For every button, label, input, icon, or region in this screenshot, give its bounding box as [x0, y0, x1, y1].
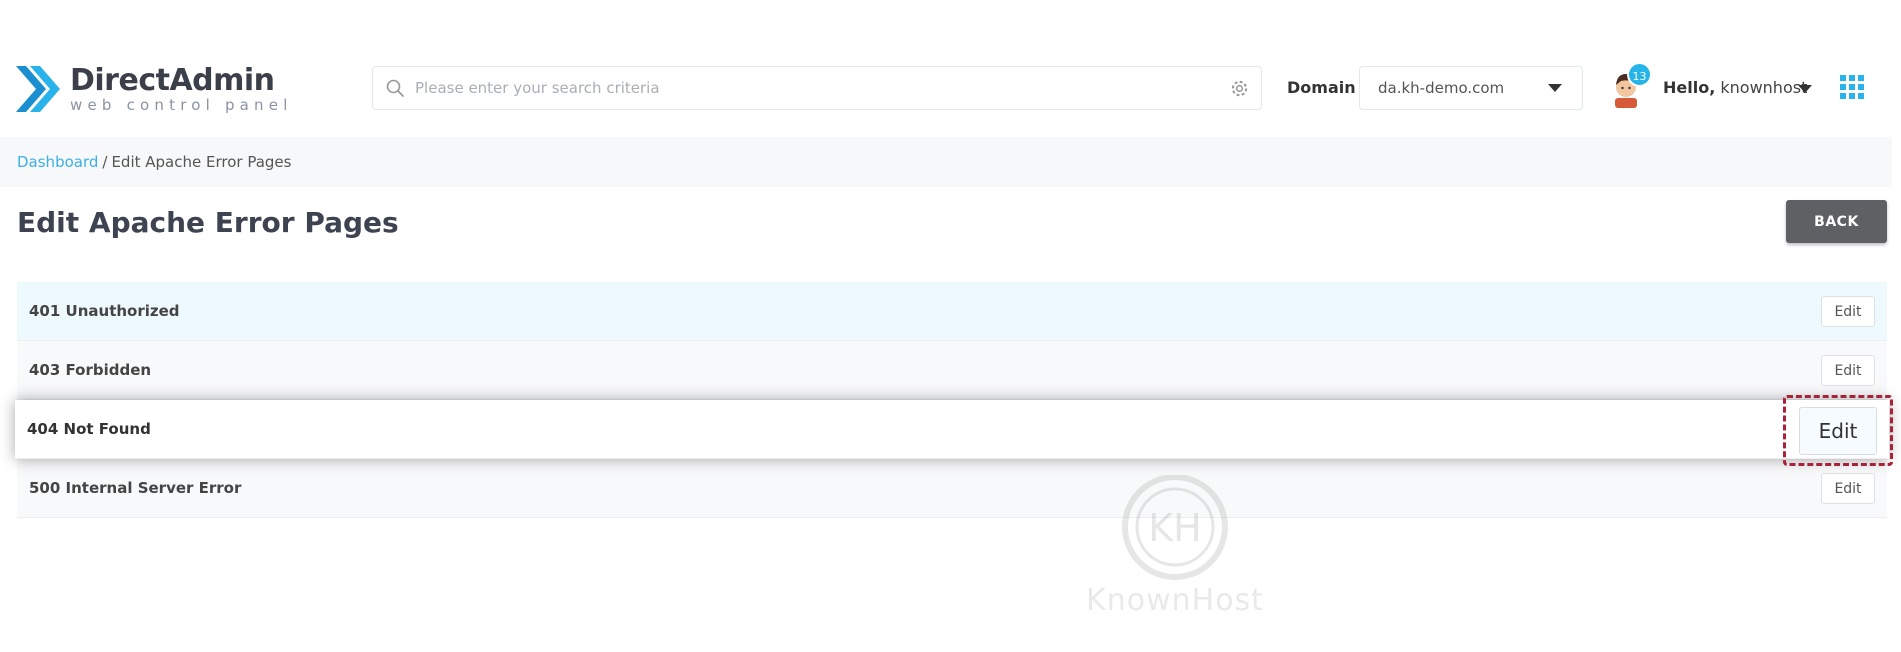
error-pages-table: 401 Unauthorized Edit 403 Forbidden Edit… — [15, 282, 1893, 518]
error-page-label: 401 Unauthorized — [29, 302, 180, 320]
edit-button[interactable]: Edit — [1821, 355, 1875, 386]
top-header: DirectAdmin web control panel Domain da.… — [0, 42, 1892, 135]
edit-highlight-frame: Edit — [1783, 395, 1893, 466]
user-greeting[interactable]: Hello, knownhost — [1663, 78, 1807, 97]
username: knownhost — [1720, 78, 1808, 97]
apps-grid-icon[interactable] — [1840, 75, 1864, 99]
search-box — [372, 66, 1262, 110]
edit-button[interactable]: Edit — [1821, 296, 1875, 327]
error-page-label: 403 Forbidden — [29, 361, 152, 379]
logo-subtitle: web control panel — [70, 95, 293, 114]
logo-title: DirectAdmin — [70, 62, 275, 98]
search-input[interactable] — [413, 68, 1230, 108]
breadcrumb-current: Edit Apache Error Pages — [111, 153, 292, 171]
directadmin-logo[interactable]: DirectAdmin web control panel — [16, 62, 293, 116]
gear-icon[interactable] — [1230, 79, 1249, 98]
breadcrumb-dashboard-link[interactable]: Dashboard — [17, 153, 98, 171]
breadcrumb: Dashboard / Edit Apache Error Pages — [0, 137, 1892, 187]
back-button[interactable]: BACK — [1786, 200, 1887, 243]
knownhost-watermark: KH KnownHost — [1055, 474, 1295, 625]
domain-select-value: da.kh-demo.com — [1378, 79, 1505, 97]
greeting-text: Hello, — [1663, 78, 1716, 97]
svg-text:KH: KH — [1148, 506, 1202, 550]
directadmin-logo-icon — [16, 66, 60, 112]
error-page-label: 404 Not Found — [27, 420, 151, 438]
domain-select[interactable]: da.kh-demo.com — [1359, 66, 1583, 110]
user-menu-chevron-icon[interactable] — [1798, 85, 1812, 93]
breadcrumb-separator: / — [102, 153, 108, 171]
table-row: 403 Forbidden Edit — [17, 341, 1887, 400]
edit-button[interactable]: Edit — [1821, 473, 1875, 504]
table-row-highlighted: 404 Not Found Edit — [15, 395, 1893, 466]
knownhost-logo-icon: KH — [1122, 474, 1228, 580]
search-icon — [386, 79, 404, 97]
notification-badge[interactable]: 13 — [1627, 62, 1652, 87]
watermark-text: KnownHost — [1086, 583, 1264, 618]
table-row: 401 Unauthorized Edit — [17, 282, 1887, 341]
table-row: 500 Internal Server Error Edit — [17, 459, 1887, 518]
edit-button-404[interactable]: Edit — [1799, 406, 1877, 455]
error-page-label: 500 Internal Server Error — [29, 479, 242, 497]
chevron-down-icon — [1548, 84, 1562, 92]
domain-label: Domain — [1287, 78, 1356, 97]
page-title: Edit Apache Error Pages — [17, 206, 399, 239]
